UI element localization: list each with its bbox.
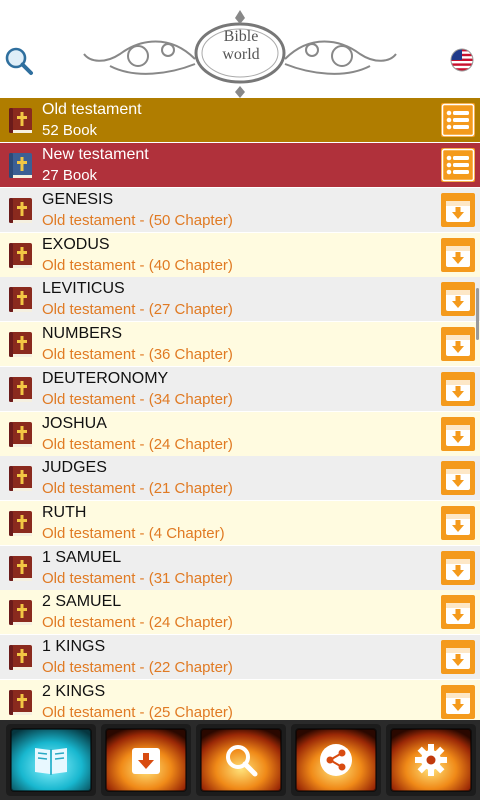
book-row[interactable]: 2 KINGS Old testament - (25 Chapter) — [0, 679, 480, 720]
download-icon[interactable] — [441, 237, 475, 272]
testament-section-row[interactable]: New testament 27 Book — [0, 143, 480, 187]
testament-section-row[interactable]: Old testament 52 Book — [0, 98, 480, 142]
book-name: JOSHUA — [42, 414, 107, 432]
toolbar-search-button[interactable] — [196, 724, 286, 796]
book-row[interactable]: LEVITICUS Old testament - (27 Chapter) — [0, 277, 480, 322]
logo-line1: Bible — [223, 28, 259, 45]
bible-book-icon — [8, 644, 34, 672]
us-flag-icon[interactable] — [450, 48, 474, 72]
toolbar-share-button[interactable] — [291, 724, 381, 796]
book-chapter-info: Old testament - (50 Chapter) — [42, 212, 233, 229]
download-icon[interactable] — [441, 327, 475, 362]
book-chapter-info: Old testament - (24 Chapter) — [42, 435, 233, 453]
app-header: Bible world — [0, 0, 480, 98]
book-chapter-info: Old testament - (21 Chapter) — [42, 480, 233, 498]
bible-book-icon — [8, 197, 34, 225]
download-icon[interactable] — [441, 416, 475, 451]
download-icon[interactable] — [441, 461, 475, 496]
book-row[interactable]: RUTH Old testament - (4 Chapter) — [0, 500, 480, 545]
book-chapter-info: Old testament - (4 Chapter) — [42, 524, 225, 542]
download-icon[interactable] — [441, 505, 475, 540]
bible-book-icon — [8, 599, 34, 627]
book-chapter-info: Old testament - (27 Chapter) — [42, 301, 233, 319]
bible-book-icon — [8, 555, 34, 583]
book-name: 1 SAMUEL — [42, 548, 122, 566]
book-name: LEVITICUS — [42, 280, 125, 298]
book-name: EXODUS — [42, 235, 110, 253]
book-name: 1 KINGS — [42, 638, 106, 655]
book-icon — [35, 748, 67, 775]
bible-book-icon — [8, 331, 34, 359]
bible-book-icon — [8, 510, 34, 538]
scrollbar[interactable] — [476, 288, 479, 340]
book-chapter-info: Old testament - (25 Chapter) — [42, 703, 233, 720]
download-icon[interactable] — [441, 282, 475, 317]
section-book-count: 27 Book — [42, 167, 98, 184]
download-icon[interactable] — [441, 550, 475, 585]
book-row[interactable]: 2 SAMUEL Old testament - (24 Chapter) — [0, 590, 480, 635]
book-row[interactable]: GENESIS Old testament - (50 Chapter) — [0, 188, 480, 232]
book-row[interactable]: JUDGES Old testament - (21 Chapter) — [0, 456, 480, 501]
book-name: 2 SAMUEL — [42, 593, 122, 611]
list-menu-icon[interactable] — [441, 103, 475, 137]
bottom-toolbar — [0, 720, 480, 800]
bible-book-icon — [8, 107, 34, 135]
search-icon[interactable] — [4, 46, 34, 76]
book-chapter-info: Old testament - (22 Chapter) — [42, 659, 233, 676]
book-name: 2 KINGS — [42, 682, 106, 700]
search-icon — [226, 745, 258, 777]
download-icon[interactable] — [441, 640, 475, 674]
book-name: GENESIS — [42, 191, 114, 208]
download-icon[interactable] — [441, 684, 475, 719]
book-list[interactable]: Old testament 52 Book New testament 27 B… — [0, 98, 480, 720]
toolbar-gear-button[interactable] — [386, 724, 476, 796]
gear-icon — [415, 744, 447, 776]
share-icon — [320, 744, 352, 776]
logo-text: Bible world — [198, 28, 284, 64]
bible-book-icon — [8, 421, 34, 449]
download-icon[interactable] — [441, 193, 475, 227]
book-name: DEUTERONOMY — [42, 369, 169, 387]
book-chapter-info: Old testament - (24 Chapter) — [42, 614, 233, 632]
download-icon — [132, 748, 160, 774]
book-name: RUTH — [42, 503, 87, 521]
bible-book-icon — [8, 242, 34, 270]
book-row[interactable]: 1 SAMUEL Old testament - (31 Chapter) — [0, 545, 480, 590]
book-chapter-info: Old testament - (36 Chapter) — [42, 346, 233, 364]
bible-book-icon — [8, 465, 34, 493]
book-chapter-info: Old testament - (34 Chapter) — [42, 390, 233, 408]
book-row[interactable]: EXODUS Old testament - (40 Chapter) — [0, 232, 480, 277]
book-row[interactable]: JOSHUA Old testament - (24 Chapter) — [0, 411, 480, 456]
bible-book-icon — [8, 689, 34, 717]
book-chapter-info: Old testament - (31 Chapter) — [42, 569, 233, 587]
section-book-count: 52 Book — [42, 122, 98, 139]
bible-book-icon — [8, 286, 34, 314]
book-row[interactable]: DEUTERONOMY Old testament - (34 Chapter) — [0, 366, 480, 411]
book-chapter-info: Old testament - (40 Chapter) — [42, 256, 233, 274]
logo-line2: world — [222, 46, 260, 63]
section-title: New testament — [42, 146, 149, 163]
section-title: Old testament — [42, 101, 142, 118]
bible-book-icon — [8, 376, 34, 404]
book-name: JUDGES — [42, 459, 107, 477]
toolbar-book-button[interactable] — [6, 724, 96, 796]
book-row[interactable]: NUMBERS Old testament - (36 Chapter) — [0, 322, 480, 367]
book-row[interactable]: 1 KINGS Old testament - (22 Chapter) — [0, 635, 480, 679]
download-icon[interactable] — [441, 595, 475, 630]
list-menu-icon[interactable] — [441, 148, 475, 182]
bible-book-icon — [8, 152, 34, 180]
toolbar-download-button[interactable] — [101, 724, 191, 796]
book-name: NUMBERS — [42, 325, 123, 343]
download-icon[interactable] — [441, 371, 475, 406]
